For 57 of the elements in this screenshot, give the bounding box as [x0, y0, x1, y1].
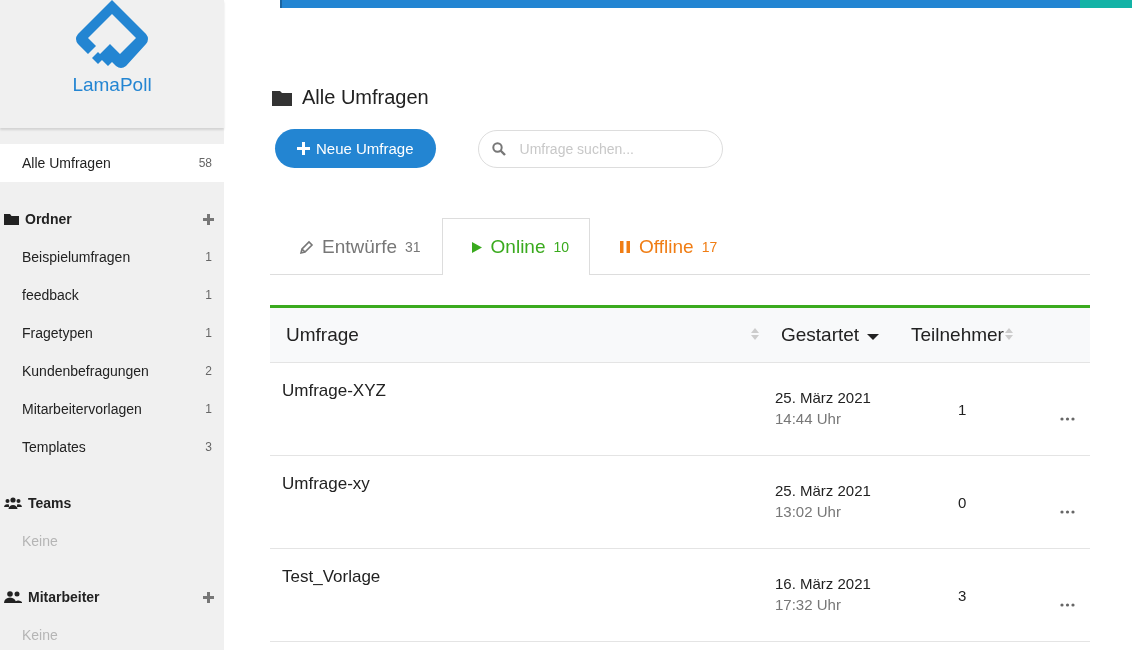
sidebar-item[interactable]: Templates 3 — [0, 428, 224, 466]
participant-count: 0 — [958, 494, 967, 511]
start-time: 13:02 Uhr — [775, 503, 842, 520]
item-count: 1 — [205, 250, 212, 264]
participant-count: 3 — [958, 587, 967, 604]
section-heading: Ordner — [25, 211, 73, 227]
pencil-icon — [299, 239, 314, 255]
item-label: Alle Umfragen — [22, 155, 111, 171]
sidebar-item[interactable]: Kundenbefragungen 2 — [0, 352, 224, 390]
survey-name[interactable]: Umfrage-XYZ — [282, 381, 386, 400]
item-label: Kundenbefragungen — [22, 363, 149, 379]
play-icon — [470, 240, 483, 254]
item-label: Beispielumfragen — [22, 249, 131, 265]
item-label: Mitarbeitervorlagen — [22, 401, 142, 417]
sidebar-item[interactable]: feedback 1 — [0, 276, 224, 314]
item-label: feedback — [22, 287, 79, 303]
more-options-icon[interactable] — [1060, 417, 1075, 421]
new-survey-button[interactable]: Neue Umfrage — [275, 129, 436, 168]
start-time: 17:32 Uhr — [775, 596, 842, 613]
pause-icon — [619, 240, 632, 254]
item-count: 1 — [205, 288, 212, 302]
sidebar-item[interactable]: Fragetypen 1 — [0, 314, 224, 352]
sidebar-item[interactable]: Mitarbeitervorlagen 1 — [0, 390, 224, 428]
start-time: 14:44 Uhr — [775, 410, 842, 427]
participant-count: 1 — [958, 401, 967, 418]
start-date: 25. März 2021 — [775, 482, 872, 499]
item-count: 1 — [205, 326, 212, 340]
status-tab[interactable]: Entwürfe 31 — [270, 218, 442, 275]
add-icon[interactable] — [203, 213, 214, 225]
more-options-icon[interactable] — [1060, 603, 1075, 607]
survey-name[interactable]: Test_Vorlage — [282, 567, 381, 586]
sidebar-item[interactable]: Beispielumfragen 1 — [0, 238, 224, 276]
start-date: 25. März 2021 — [775, 389, 872, 406]
empty-text: Keine — [21, 626, 59, 645]
survey-name[interactable]: Umfrage-xy — [282, 474, 370, 493]
item-label: Fragetypen — [22, 325, 93, 341]
item-count: 2 — [205, 364, 212, 378]
folder-icon — [4, 213, 19, 225]
sidebar-item[interactable]: Alle Umfragen 58 — [0, 144, 224, 182]
item-count: 3 — [205, 440, 212, 454]
page-title: Alle Umfragen — [302, 86, 429, 109]
section-heading: Teams — [28, 495, 73, 511]
more-options-icon[interactable] — [1060, 510, 1075, 514]
item-count: 58 — [198, 156, 212, 170]
section-heading: Mitarbeiter — [28, 589, 101, 605]
search-icon — [491, 141, 506, 156]
item-count: 1 — [205, 402, 212, 416]
empty-text: Keine — [21, 532, 59, 551]
item-label: Templates — [22, 439, 86, 455]
add-icon[interactable] — [203, 591, 214, 603]
group-icon — [4, 497, 22, 509]
folder-icon — [272, 89, 292, 106]
sort-descending-icon[interactable] — [867, 333, 880, 341]
logo-text: LamaPoll — [72, 74, 152, 96]
plus-icon — [297, 142, 310, 155]
users-icon — [4, 591, 22, 603]
start-date: 16. März 2021 — [775, 575, 872, 592]
